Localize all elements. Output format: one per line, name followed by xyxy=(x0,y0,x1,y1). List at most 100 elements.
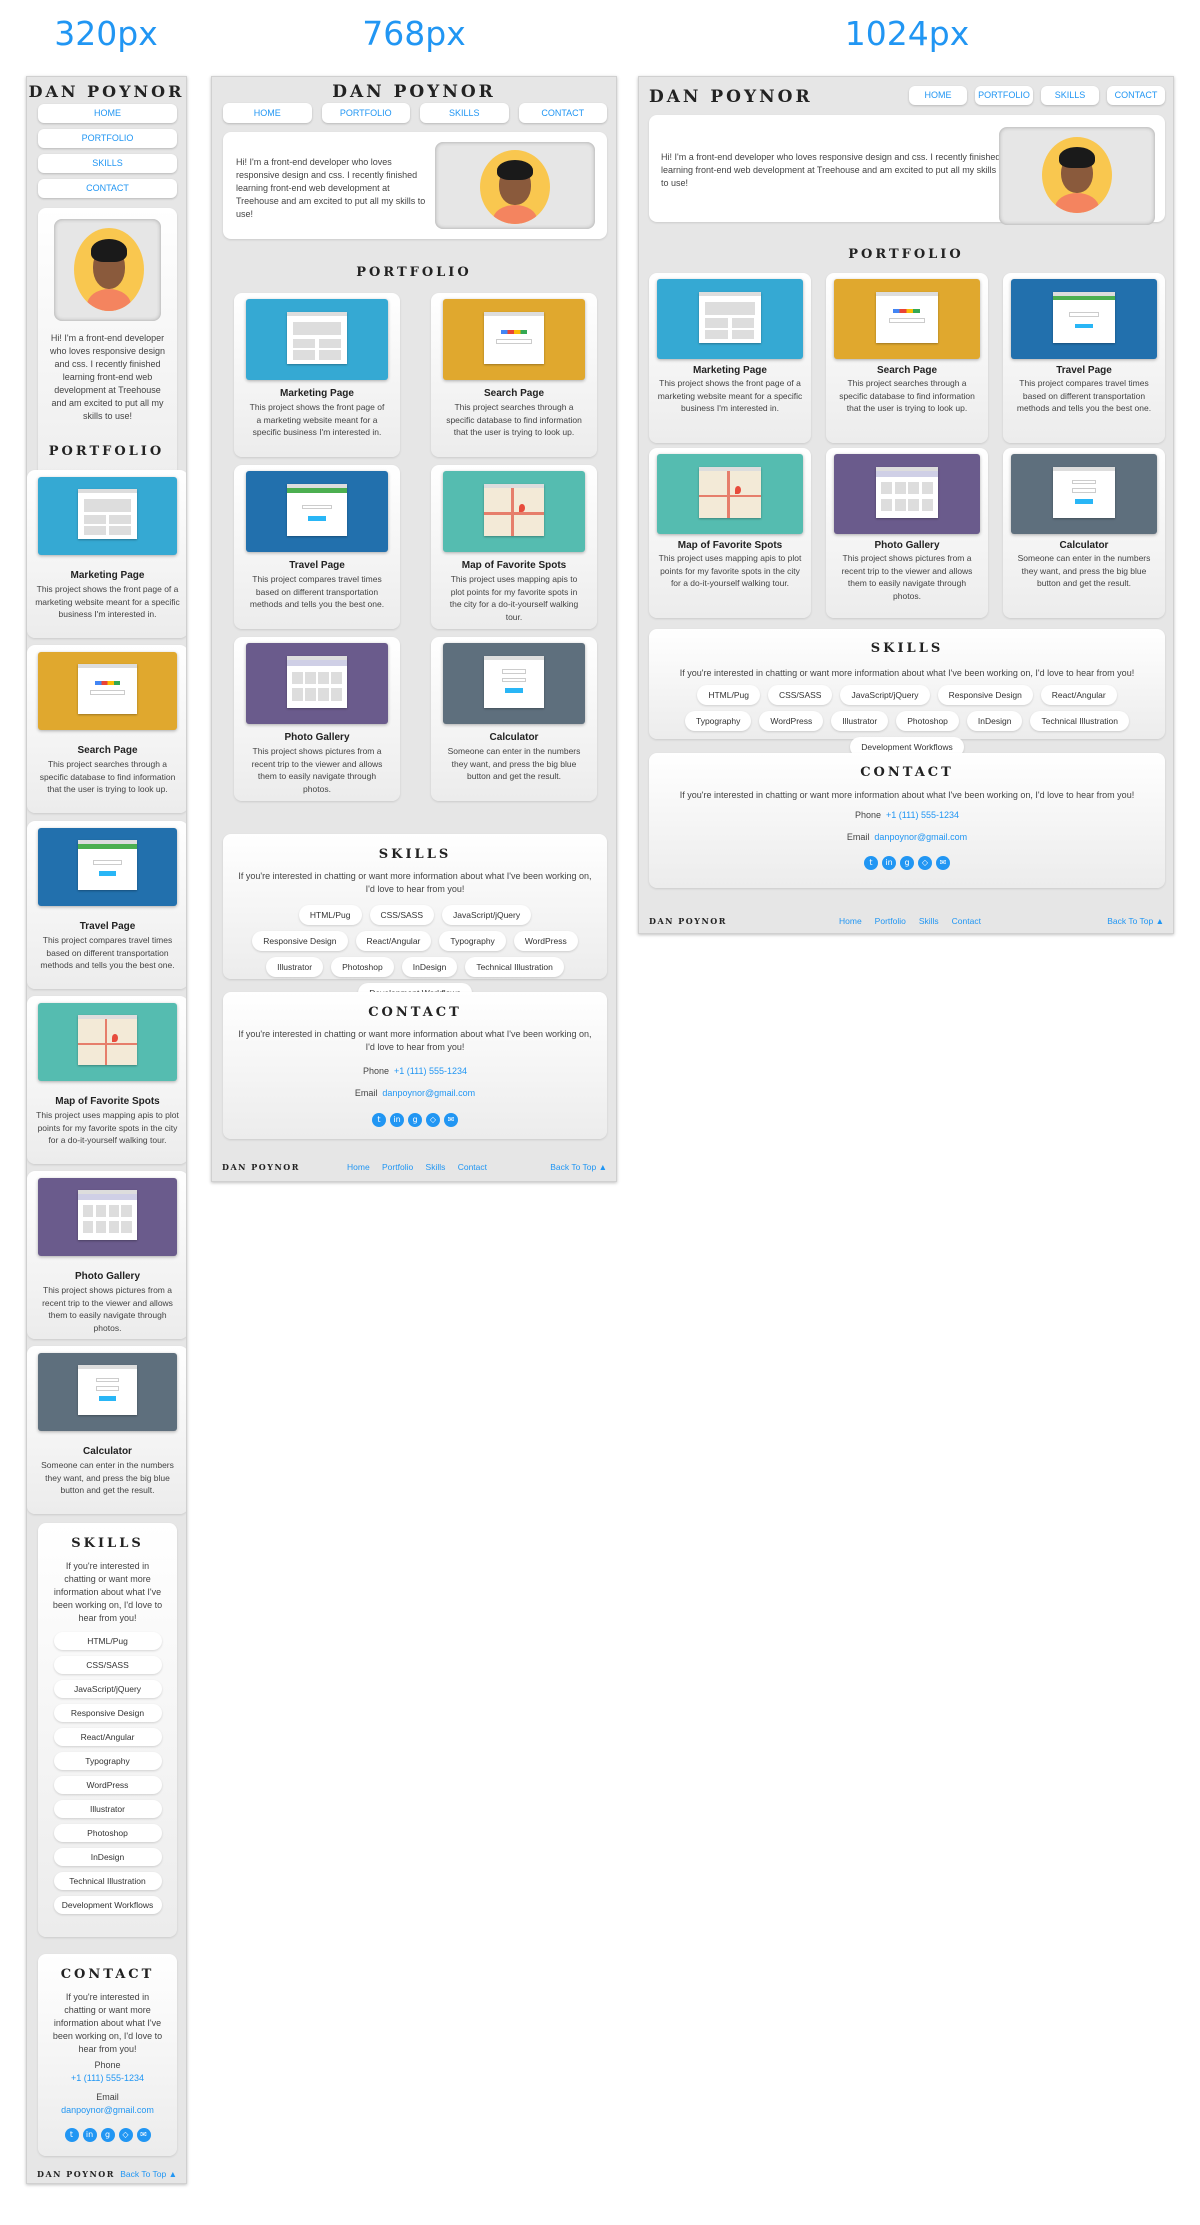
project-thumbnail[interactable] xyxy=(443,643,585,724)
linkedin-icon[interactable]: in xyxy=(82,2128,97,2142)
nav-contact[interactable]: CONTACT xyxy=(1107,86,1165,105)
portfolio-item-map-of-favorite-spots[interactable]: Map of Favorite Spots This project uses m… xyxy=(649,448,811,618)
github-icon[interactable]: g xyxy=(100,2128,115,2142)
project-thumbnail[interactable] xyxy=(38,828,177,906)
skills-intro: If you're interested in chatting or want… xyxy=(238,871,592,894)
email-link[interactable]: danpoynor@gmail.com xyxy=(38,2104,177,2117)
portfolio-item-search-page[interactable]: Search Page This project searches through… xyxy=(27,645,186,813)
contact-card: CONTACT If you're interested in chatting… xyxy=(649,753,1165,888)
project-title: Travel Page xyxy=(79,921,136,932)
mail-icon[interactable]: ✉ xyxy=(136,2128,151,2142)
back-to-top[interactable]: Back To Top ▲ xyxy=(1107,916,1164,926)
footer-link-home[interactable]: Home xyxy=(839,916,862,926)
portfolio-item-calculator[interactable]: Calculator Someone can enter in the numbe… xyxy=(431,637,597,801)
linkedin-icon[interactable]: in xyxy=(882,856,896,870)
portfolio-item-travel-page[interactable]: Travel Page This project compares travel … xyxy=(234,465,400,629)
project-title: Travel Page xyxy=(289,560,345,571)
portfolio-item-photo-gallery[interactable]: Photo Gallery This project shows pictures… xyxy=(234,637,400,801)
footer-link-portfolio[interactable]: Portfolio xyxy=(875,916,906,926)
project-thumbnail[interactable] xyxy=(443,299,585,380)
skill-pill: Illustrator xyxy=(831,711,889,731)
phone-link[interactable]: +1 (111) 555-1234 xyxy=(886,810,959,820)
footer-link-skills[interactable]: Skills xyxy=(919,916,939,926)
portfolio-item-map-of-favorite-spots[interactable]: Map of Favorite Spots This project uses m… xyxy=(431,465,597,629)
project-thumbnail[interactable] xyxy=(38,1353,177,1431)
portfolio-item-photo-gallery[interactable]: Photo Gallery This project shows pictures… xyxy=(27,1171,186,1339)
portfolio-item-marketing-page[interactable]: Marketing Page This project shows the fro… xyxy=(27,470,186,638)
project-thumbnail[interactable] xyxy=(38,1003,177,1081)
mail-icon[interactable]: ✉ xyxy=(936,856,950,870)
skill-pill: JavaScript/jQuery xyxy=(840,685,930,705)
skills-list: HTML/Pug CSS/SASS JavaScript/jQuery Respons… xyxy=(659,682,1155,760)
twitter-icon[interactable]: t xyxy=(372,1113,386,1127)
project-thumbnail[interactable] xyxy=(657,279,803,359)
portfolio-item-calculator[interactable]: Calculator Someone can enter in the numbe… xyxy=(27,1346,186,1514)
twitter-icon[interactable]: t xyxy=(64,2128,79,2142)
skills-intro: If you're interested in chatting or want… xyxy=(679,668,1135,678)
project-thumbnail[interactable] xyxy=(443,471,585,552)
phone-link[interactable]: +1 (111) 555-1234 xyxy=(38,2072,177,2085)
nav-home[interactable]: HOME xyxy=(38,104,177,123)
footer-link-home[interactable]: Home xyxy=(347,1162,370,1172)
footer-link-contact[interactable]: Contact xyxy=(952,916,981,926)
skill-pill: Typography xyxy=(53,1752,162,1770)
portfolio-item-photo-gallery[interactable]: Photo Gallery This project shows pictures… xyxy=(826,448,988,618)
project-thumbnail[interactable] xyxy=(246,471,388,552)
nav-home[interactable]: HOME xyxy=(223,103,312,123)
avatar xyxy=(480,150,550,224)
nav-portfolio[interactable]: PORTFOLIO xyxy=(38,129,177,148)
project-thumbnail[interactable] xyxy=(38,477,177,555)
email-link[interactable]: danpoynor@gmail.com xyxy=(382,1088,475,1098)
project-title: Search Page xyxy=(77,745,138,756)
skill-pill: WordPress xyxy=(513,931,578,951)
portfolio-item-marketing-page[interactable]: Marketing Page This project shows the fro… xyxy=(649,273,811,443)
nav-portfolio[interactable]: PORTFOLIO xyxy=(975,86,1033,105)
skill-pill: Illustrator xyxy=(266,957,324,977)
avatar xyxy=(1042,137,1112,213)
portfolio-item-search-page[interactable]: Search Page This project searches through… xyxy=(826,273,988,443)
back-to-top[interactable]: Back To Top ▲ xyxy=(120,2169,177,2179)
project-thumbnail[interactable] xyxy=(246,299,388,380)
portfolio-item-search-page[interactable]: Search Page This project searches through… xyxy=(431,293,597,457)
codepen-icon[interactable]: ◇ xyxy=(426,1113,440,1127)
project-thumbnail[interactable] xyxy=(834,279,980,359)
back-to-top[interactable]: Back To Top ▲ xyxy=(550,1162,607,1172)
portfolio-item-travel-page[interactable]: Travel Page This project compares travel … xyxy=(1003,273,1165,443)
contact-heading: CONTACT xyxy=(860,765,954,780)
nav-portfolio[interactable]: PORTFOLIO xyxy=(321,103,410,123)
project-thumbnail[interactable] xyxy=(834,454,980,534)
github-icon[interactable]: g xyxy=(408,1113,422,1127)
main-nav: HOME PORTFOLIO SKILLS CONTACT xyxy=(223,103,607,123)
project-thumbnail[interactable] xyxy=(246,643,388,724)
skills-intro: If you're interested in chatting or want… xyxy=(52,1561,163,1623)
github-icon[interactable]: g xyxy=(900,856,914,870)
project-thumbnail[interactable] xyxy=(657,454,803,534)
nav-skills[interactable]: SKILLS xyxy=(1041,86,1099,105)
project-description: This project searches through a specific… xyxy=(39,759,176,794)
project-title: Calculator xyxy=(1059,540,1109,551)
project-thumbnail[interactable] xyxy=(38,1178,177,1256)
about-card: Hi! I'm a front-end developer who loves … xyxy=(38,208,177,510)
nav-contact[interactable]: CONTACT xyxy=(38,179,177,198)
mail-icon[interactable]: ✉ xyxy=(444,1113,458,1127)
nav-home[interactable]: HOME xyxy=(909,86,967,105)
footer-link-portfolio[interactable]: Portfolio xyxy=(382,1162,413,1172)
portfolio-item-marketing-page[interactable]: Marketing Page This project shows the fro… xyxy=(234,293,400,457)
linkedin-icon[interactable]: in xyxy=(390,1113,404,1127)
portfolio-item-calculator[interactable]: Calculator Someone can enter in the numbe… xyxy=(1003,448,1165,618)
email-link[interactable]: danpoynor@gmail.com xyxy=(874,832,967,842)
phone-link[interactable]: +1 (111) 555-1234 xyxy=(394,1066,467,1076)
codepen-icon[interactable]: ◇ xyxy=(918,856,932,870)
codepen-icon[interactable]: ◇ xyxy=(118,2128,133,2142)
nav-contact[interactable]: CONTACT xyxy=(518,103,607,123)
project-thumbnail[interactable] xyxy=(1011,454,1157,534)
portfolio-item-travel-page[interactable]: Travel Page This project compares travel … xyxy=(27,821,186,989)
portfolio-item-map-of-favorite-spots[interactable]: Map of Favorite Spots This project uses m… xyxy=(27,996,186,1164)
twitter-icon[interactable]: t xyxy=(864,856,878,870)
footer-link-contact[interactable]: Contact xyxy=(458,1162,487,1172)
nav-skills[interactable]: SKILLS xyxy=(38,154,177,173)
project-thumbnail[interactable] xyxy=(1011,279,1157,359)
project-thumbnail[interactable] xyxy=(38,652,177,730)
footer-link-skills[interactable]: Skills xyxy=(426,1162,446,1172)
nav-skills[interactable]: SKILLS xyxy=(420,103,509,123)
